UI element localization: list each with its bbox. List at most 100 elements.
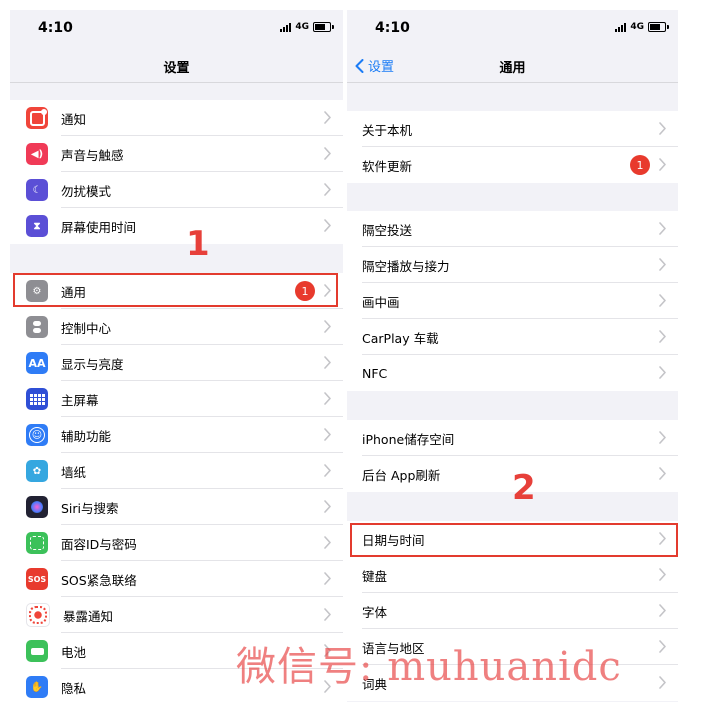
settings-row[interactable]: ☾ 勿扰模式: [10, 172, 343, 208]
highlight-date-time-row: [350, 523, 678, 557]
general-row[interactable]: CarPlay 车载: [347, 319, 678, 355]
row-label: 显示与亮度: [61, 356, 124, 372]
chevron-right-icon: [659, 568, 666, 581]
status-bar: 4:10 4G: [10, 10, 343, 46]
sos-icon: SOS: [26, 568, 48, 590]
signal-icon: [280, 22, 292, 32]
general-row[interactable]: 软件更新 1: [347, 147, 678, 183]
chevron-right-icon: [324, 572, 331, 585]
chevron-right-icon: [659, 122, 666, 135]
general-row[interactable]: iPhone储存空间: [347, 420, 678, 456]
chevron-right-icon: [324, 392, 331, 405]
settings-row[interactable]: 面容ID与密码: [10, 525, 343, 561]
row-label: Siri与搜索: [61, 500, 119, 516]
chevron-right-icon: [324, 536, 331, 549]
network-label: 4G: [295, 22, 309, 32]
chevron-right-icon: [659, 467, 666, 480]
chevron-right-icon: [659, 604, 666, 617]
settings-group-1: 通知 ◀) 声音与触感 ☾ 勿扰模式 ⧗ 屏幕使用时间: [10, 100, 343, 244]
chevron-right-icon: [324, 464, 331, 477]
step-1-annotation: 1: [186, 224, 210, 264]
row-label: 控制中心: [61, 320, 112, 336]
step-2-annotation: 2: [512, 468, 536, 508]
general-row[interactable]: 隔空投送: [347, 211, 678, 247]
chevron-right-icon: [659, 431, 666, 444]
chevron-right-icon: [659, 258, 666, 271]
settings-row[interactable]: 暴露通知: [10, 597, 343, 633]
row-label: 声音与触感: [61, 147, 124, 163]
chevron-right-icon: [324, 608, 331, 621]
chevron-right-icon: [659, 294, 666, 307]
row-label: 面容ID与密码: [61, 536, 137, 552]
highlight-general-row: [13, 273, 338, 307]
status-icons: 4G: [280, 22, 334, 32]
general-row[interactable]: 字体: [347, 593, 678, 629]
chevron-right-icon: [324, 320, 331, 333]
settings-row[interactable]: 控制中心: [10, 309, 343, 345]
general-row[interactable]: NFC: [347, 355, 678, 391]
right-phone-screen: 4:10 4G 设置 通用 关于本机软件更新 1 隔空投送隔空播放与接力 画中画 Ca…: [347, 10, 678, 702]
row-label: 隔空播放与接力: [362, 258, 450, 274]
notifications-icon: [26, 107, 48, 129]
settings-row[interactable]: ⧗ 屏幕使用时间: [10, 208, 343, 244]
general-row[interactable]: 画中画: [347, 283, 678, 319]
row-label: 主屏幕: [61, 392, 99, 408]
row-label: iPhone储存空间: [362, 431, 455, 447]
chevron-right-icon: [659, 158, 666, 171]
settings-row[interactable]: Siri与搜索: [10, 489, 343, 525]
settings-row[interactable]: SOS SOS紧急联络: [10, 561, 343, 597]
status-icons: 4G: [615, 22, 669, 32]
row-label: 键盘: [362, 568, 388, 584]
accessibility-icon: ☺: [26, 424, 48, 446]
watermark: 微信号: muhuanidc: [236, 644, 622, 690]
status-time: 4:10: [375, 20, 410, 36]
battery-status-icon: [648, 22, 669, 32]
general-row[interactable]: 键盘: [347, 557, 678, 593]
chevron-right-icon: [324, 111, 331, 124]
toggles-icon: [26, 316, 48, 338]
chevron-right-icon: [659, 676, 666, 689]
status-time: 4:10: [38, 20, 73, 36]
network-label: 4G: [630, 22, 644, 32]
row-label: 墙纸: [61, 464, 87, 480]
chevron-right-icon: [324, 500, 331, 513]
row-label: SOS紧急联络: [61, 572, 137, 588]
row-label: 画中画: [362, 294, 400, 310]
row-label: 字体: [362, 604, 388, 620]
row-label: NFC: [362, 365, 388, 381]
chevron-right-icon: [659, 640, 666, 653]
row-label: 关于本机: [362, 122, 413, 138]
settings-row[interactable]: ✿ 墙纸: [10, 453, 343, 489]
settings-row[interactable]: ◀) 声音与触感: [10, 136, 343, 172]
faceid-icon: [26, 532, 48, 554]
row-label: 隔空投送: [362, 222, 413, 238]
settings-row[interactable]: ☺ 辅助功能: [10, 417, 343, 453]
update-badge: 1: [630, 155, 650, 175]
nav-bar: 设置 通用: [347, 46, 678, 83]
general-group-1: 关于本机软件更新 1: [347, 111, 678, 183]
battery-icon: [26, 640, 48, 662]
page-title: 设置: [163, 61, 190, 76]
row-label: 通知: [61, 111, 87, 127]
general-row[interactable]: 隔空播放与接力: [347, 247, 678, 283]
general-group-2: 隔空投送隔空播放与接力 画中画 CarPlay 车载 NFC: [347, 211, 678, 391]
aa-icon: AA: [26, 352, 48, 374]
settings-row[interactable]: AA 显示与亮度: [10, 345, 343, 381]
left-phone-screen: 4:10 4G 设置 通知 ◀) 声音与触感 ☾ 勿扰模式 ⧗ 屏幕使用时间 ⚙ 通用 1 控制中…: [10, 10, 343, 702]
row-label: 辅助功能: [61, 428, 112, 444]
status-bar: 4:10 4G: [347, 10, 678, 46]
chevron-right-icon: [324, 219, 331, 232]
row-label: 暴露通知: [63, 608, 114, 624]
chevron-right-icon: [659, 222, 666, 235]
general-row[interactable]: 关于本机: [347, 111, 678, 147]
page-title: 通用: [499, 61, 526, 76]
siri-icon: [26, 496, 48, 518]
settings-row[interactable]: 通知: [10, 100, 343, 136]
battery-status-icon: [313, 22, 334, 32]
moon-icon: ☾: [26, 179, 48, 201]
settings-row[interactable]: 主屏幕: [10, 381, 343, 417]
chevron-right-icon: [659, 366, 666, 379]
chevron-right-icon: [324, 428, 331, 441]
signal-icon: [615, 22, 627, 32]
flower-icon: ✿: [26, 460, 48, 482]
